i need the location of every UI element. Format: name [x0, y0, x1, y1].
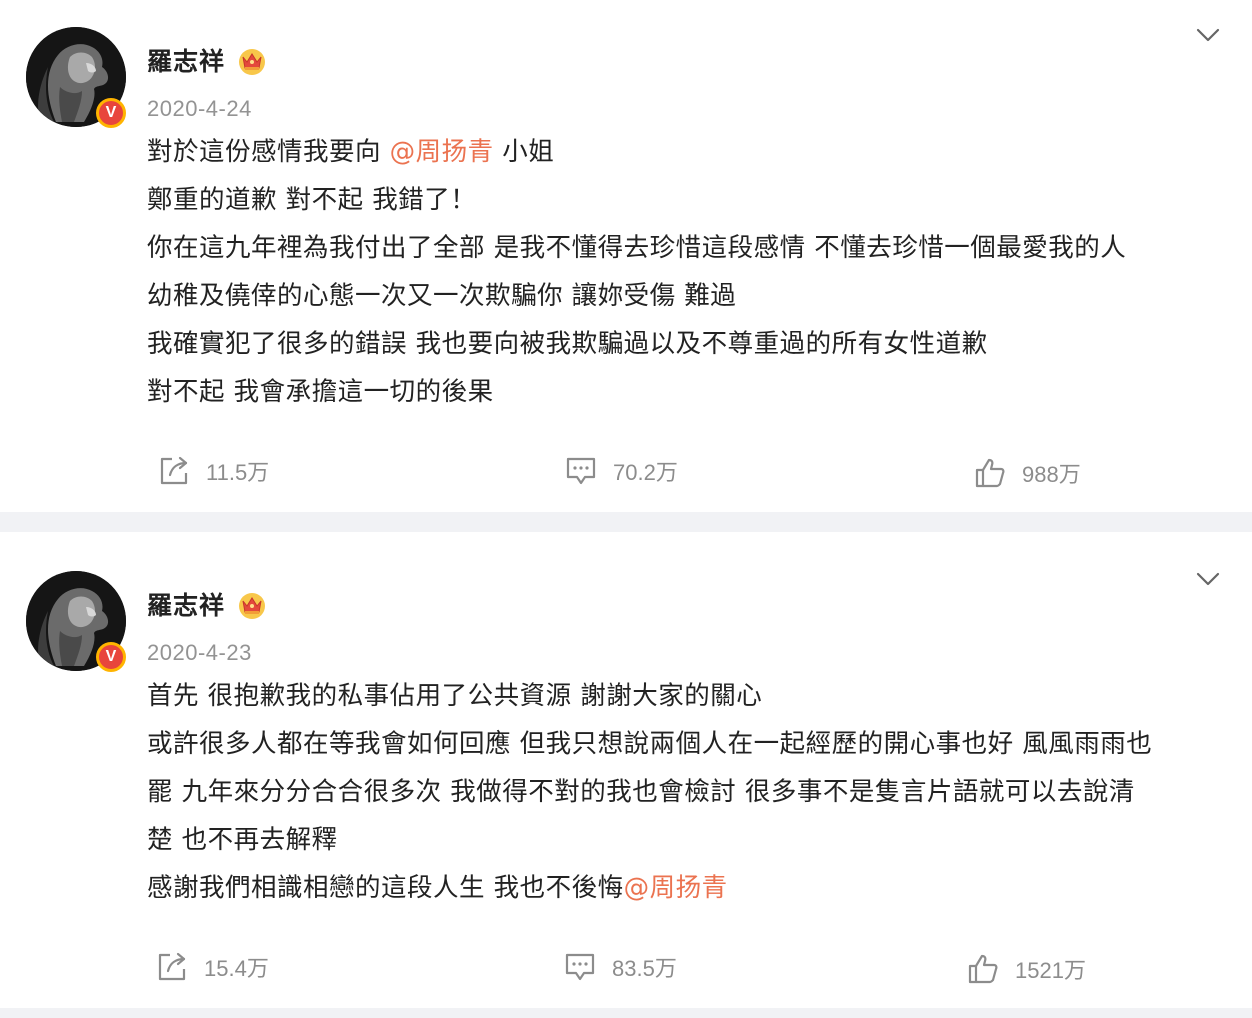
like-button[interactable]: 1521万 [967, 953, 1086, 985]
crown-icon [239, 593, 265, 619]
comment-icon [566, 457, 596, 485]
repost-button[interactable]: 15.4万 [156, 951, 269, 983]
post-separator [0, 1008, 1252, 1018]
weibo-post: V 羅志祥 2020-4-23 首先 很抱歉我的私事佔用了公共資源 謝謝大家的關… [0, 532, 1252, 1008]
thumbs-up-icon [968, 954, 998, 984]
author-name[interactable]: 羅志祥 [147, 590, 225, 622]
content-line: 感謝我們相識相戀的這段人生 我也不後悔@周扬青 [147, 864, 1237, 912]
crown-icon [239, 49, 265, 75]
content-line: 楚 也不再去解釋 [147, 825, 338, 855]
repost-count: 11.5万 [206, 460, 270, 485]
chevron-down-icon[interactable] [1196, 27, 1220, 43]
mention-link[interactable]: @周扬青 [624, 873, 728, 903]
content-line: 你在這九年裡為我付出了全部 是我不懂得去珍惜這段感情 不懂去珍惜一個最愛我的人 [147, 233, 1127, 263]
content-line: 對於這份感情我要向 @周扬青 小姐 [147, 128, 1237, 176]
post-date[interactable]: 2020-4-23 [147, 640, 252, 666]
thumbs-up-icon [975, 458, 1005, 488]
comment-button[interactable]: 70.2万 [565, 455, 678, 487]
mention-link[interactable]: @周扬青 [390, 137, 494, 167]
comment-count: 70.2万 [613, 460, 678, 485]
verified-badge: V [96, 98, 126, 128]
content-line: 幼稚及僥倖的心態一次又一次欺騙你 讓妳受傷 難過 [147, 281, 737, 311]
content-line: 鄭重的道歉 對不起 我錯了！ [147, 185, 477, 215]
content-text: 感謝我們相識相戀的這段人生 我也不後悔 [147, 873, 624, 903]
content-text: 對於這份感情我要向 [147, 137, 390, 167]
verified-badge: V [96, 642, 126, 672]
weibo-post: V 羅志祥 2020-4-24 對於這份感情我要向 @周扬青 小姐 鄭重的道歉 … [0, 0, 1252, 512]
comment-count: 83.5万 [612, 956, 677, 981]
post-separator [0, 512, 1252, 532]
repost-icon [160, 456, 188, 485]
post-content: 首先 很抱歉我的私事佔用了公共資源 謝謝大家的關心 或許很多人都在等我會如何回應… [147, 672, 1237, 912]
like-button[interactable]: 988万 [974, 457, 1081, 489]
repost-count: 15.4万 [204, 956, 269, 981]
post-content: 對於這份感情我要向 @周扬青 小姐 鄭重的道歉 對不起 我錯了！ 你在這九年裡為… [147, 128, 1237, 416]
chevron-down-icon[interactable] [1196, 571, 1220, 587]
comment-button[interactable]: 83.5万 [564, 951, 677, 983]
repost-button[interactable]: 11.5万 [158, 455, 269, 487]
content-line: 首先 很抱歉我的私事佔用了公共資源 謝謝大家的關心 [147, 681, 763, 711]
repost-icon [158, 952, 186, 981]
content-line: 對不起 我會承擔這一切的後果 [147, 377, 494, 407]
content-line: 我確實犯了很多的錯誤 我也要向被我欺騙過以及不尊重過的所有女性道歉 [147, 329, 988, 359]
content-line: 或許很多人都在等我會如何回應 但我只想說兩個人在一起經歷的開心事也好 風風雨雨也 [147, 729, 1153, 759]
comment-icon [565, 953, 595, 981]
content-text: 小姐 [493, 137, 555, 167]
content-line: 罷 九年來分分合合很多次 我做得不對的我也會檢討 很多事不是隻言片語就可以去說清 [147, 777, 1135, 807]
like-count: 988万 [1022, 462, 1081, 487]
post-date[interactable]: 2020-4-24 [147, 96, 252, 122]
author-name[interactable]: 羅志祥 [147, 46, 225, 78]
like-count: 1521万 [1015, 958, 1086, 983]
